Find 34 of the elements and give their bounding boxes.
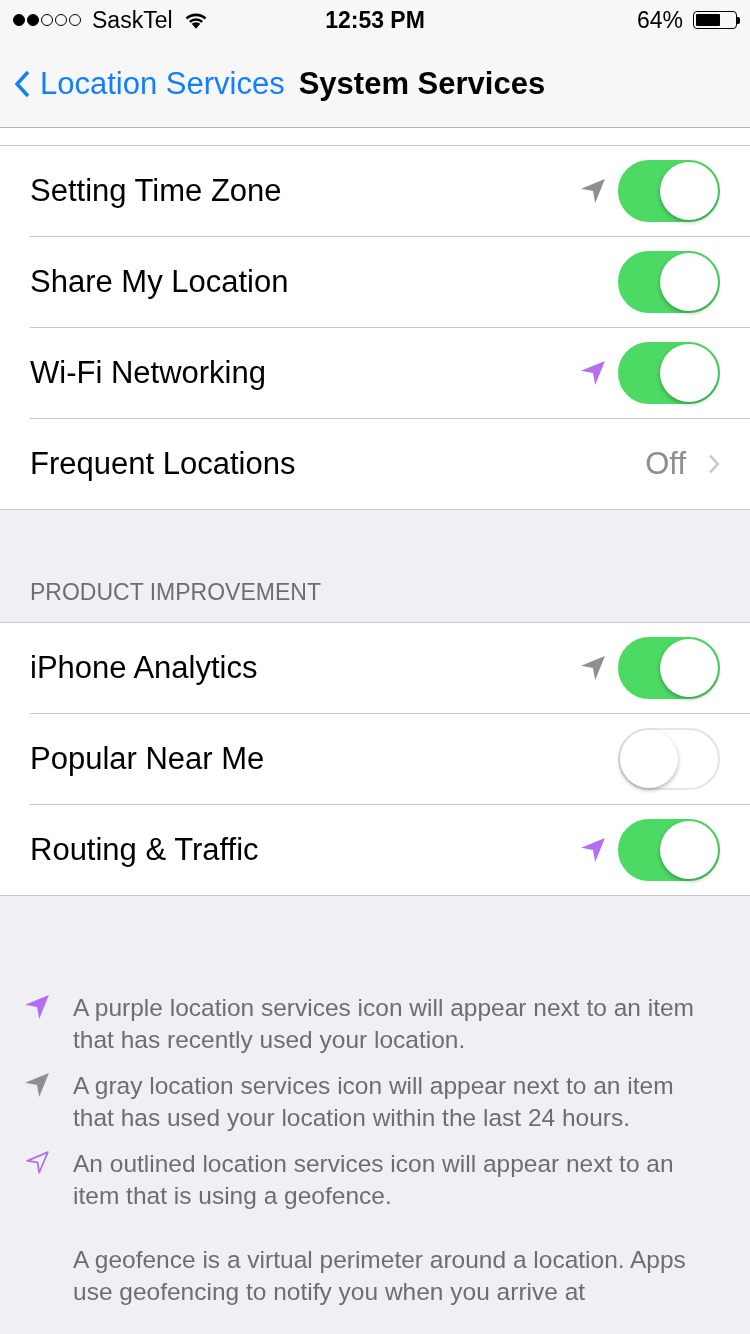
settings-row[interactable]: iPhone Analytics bbox=[30, 623, 750, 714]
row-label: Share My Location bbox=[30, 264, 289, 300]
toggle-switch[interactable] bbox=[618, 160, 720, 222]
signal-dots-icon bbox=[12, 13, 82, 27]
legend-text: A gray location services icon will appear next to an item that has used your location within the last 24 hours. bbox=[73, 1071, 675, 1133]
toggle-switch[interactable] bbox=[618, 342, 720, 404]
settings-row[interactable]: Popular Near Me bbox=[30, 714, 750, 805]
row-label: Wi-Fi Networking bbox=[30, 355, 266, 391]
row-value: Off bbox=[645, 446, 686, 482]
row-label: Frequent Locations bbox=[30, 446, 296, 482]
geofence-note: A geofence is a virtual perimeter around a location. Apps use geofencing to notify you when you arrive at bbox=[73, 1245, 687, 1307]
chevron-right-icon bbox=[708, 454, 720, 474]
toggle-switch[interactable] bbox=[618, 819, 720, 881]
row-label: iPhone Analytics bbox=[30, 650, 258, 686]
nav-title: System Services bbox=[298, 65, 546, 102]
row-label: Popular Near Me bbox=[30, 741, 265, 777]
settings-row[interactable]: Routing & Traffic bbox=[30, 805, 750, 895]
settings-row[interactable]: Share My Location bbox=[30, 237, 750, 328]
back-chevron-icon bbox=[14, 69, 30, 98]
legend-text: An outlined location services icon will appear next to an item that is using a geofence. bbox=[73, 1149, 675, 1211]
battery-icon bbox=[693, 11, 740, 29]
settings-row[interactable]: Setting Time Zone bbox=[30, 146, 750, 237]
battery-percent: 64% bbox=[636, 6, 683, 34]
toggle-switch[interactable] bbox=[618, 251, 720, 313]
settings-row[interactable]: Wi-Fi Networking bbox=[30, 328, 750, 419]
row-label: Routing & Traffic bbox=[30, 832, 259, 868]
carrier-name: SaskTel bbox=[92, 6, 173, 34]
status-time: 12:53 PM bbox=[325, 6, 425, 34]
back-button[interactable]: Location Services bbox=[14, 65, 285, 102]
toggle-switch[interactable] bbox=[618, 637, 720, 699]
row-label: Setting Time Zone bbox=[30, 173, 282, 209]
section-header: PRODUCT IMPROVEMENT bbox=[30, 579, 321, 606]
legend-text: A purple location services icon will appear next to an item that has recently used your location. bbox=[73, 993, 695, 1055]
settings-row[interactable]: Frequent Locations Off bbox=[30, 419, 750, 509]
